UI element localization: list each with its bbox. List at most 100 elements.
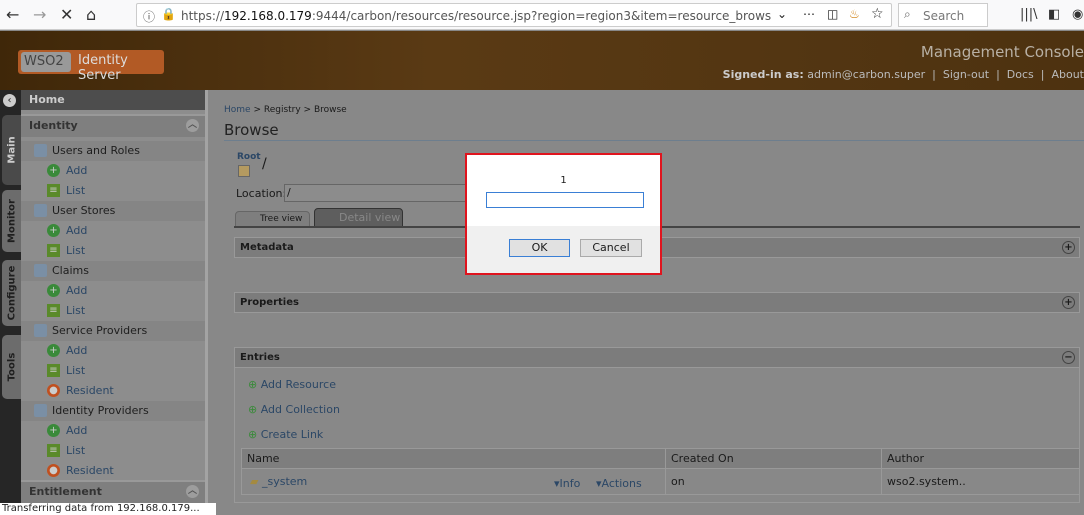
about-link[interactable]: About (1051, 68, 1084, 81)
root-link[interactable]: Root (237, 152, 261, 162)
chevron-down-icon[interactable]: ⌄ (777, 7, 787, 21)
sidebar-item-resident[interactable]: ● Resident (21, 381, 205, 401)
list-icon: ≡ (47, 244, 60, 257)
expand-icon[interactable]: + (1062, 296, 1075, 309)
wso2-logo[interactable]: WSO2 Identity Server (18, 50, 164, 83)
chevron-up-icon[interactable]: ︿ (186, 485, 199, 498)
java-icon[interactable]: ♨ (849, 7, 860, 21)
dialog-message: 1 (560, 175, 567, 186)
group-icon (34, 404, 47, 417)
group-label: Identity Providers (52, 404, 149, 417)
tab-monitor[interactable]: Monitor (2, 190, 21, 252)
sidebar-item-add[interactable]: + Add (21, 221, 205, 241)
url-path: :9444/carbon/resources/resource.jsp?regi… (311, 9, 771, 23)
actions-dropdown[interactable]: ▾Actions (596, 477, 642, 490)
group-label: Service Providers (52, 324, 148, 337)
sidebar-item-add[interactable]: + Add (21, 341, 205, 361)
tab-detail-view[interactable]: Detail view (314, 208, 403, 227)
sidebar-group[interactable]: User Stores (21, 201, 205, 221)
account-icon[interactable]: ◉ (1072, 7, 1083, 22)
signout-link[interactable]: Sign-out (943, 68, 989, 81)
back-icon[interactable]: ← (6, 5, 19, 24)
resident-icon: ● (47, 464, 60, 477)
properties-panel[interactable]: Properties + (234, 292, 1080, 313)
product-name: Identity Server (78, 53, 128, 83)
sidebar-group[interactable]: Users and Roles (21, 141, 205, 161)
sidebar-item-list[interactable]: ≡ List (21, 441, 205, 461)
item-label: Add (66, 224, 88, 237)
collapse-icon[interactable]: ‹ (3, 94, 16, 107)
tab-tools[interactable]: Tools (2, 335, 21, 399)
tab-configure[interactable]: Configure (2, 260, 21, 326)
tab-tree-view[interactable]: Tree view (235, 211, 310, 227)
sidebar-item-list[interactable]: ≡ List (21, 301, 205, 321)
breadcrumb-registry[interactable]: Registry (264, 105, 301, 115)
list-icon: ≡ (47, 184, 60, 197)
sidebar-item-add[interactable]: + Add (21, 161, 205, 181)
stop-icon[interactable]: ✕ (60, 5, 73, 24)
docs-link[interactable]: Docs (1007, 68, 1034, 81)
location-label: Location: (236, 187, 287, 200)
sidebar-item-add[interactable]: + Add (21, 421, 205, 441)
item-label: List (66, 364, 86, 377)
sidebar-icon[interactable]: ◧ (1048, 7, 1060, 22)
breadcrumb-home[interactable]: Home (224, 105, 251, 115)
list-icon: ≡ (47, 304, 60, 317)
entry-author: wso2.system.. (881, 468, 1080, 495)
bookmark-star-icon[interactable]: ☆ (871, 6, 884, 22)
item-label: List (66, 184, 86, 197)
sidebar-item-list[interactable]: ≡ List (21, 361, 205, 381)
group-label: Claims (52, 264, 89, 277)
add-icon: + (47, 164, 60, 177)
list-icon: ≡ (47, 364, 60, 377)
chevron-up-icon[interactable]: ︿ (186, 119, 199, 132)
add-collection-link[interactable]: ⊕ Add Collection (248, 403, 340, 416)
collapse-icon[interactable]: − (1062, 351, 1075, 364)
expand-icon[interactable]: + (1062, 241, 1075, 254)
root-folder-icon[interactable] (238, 165, 250, 177)
sidebar-group[interactable]: Claims (21, 261, 205, 281)
table-row: ▰ _system ▾Info ▾Actions on wso2.system.… (241, 468, 1080, 495)
sidebar-item-list[interactable]: ≡ List (21, 241, 205, 261)
more-icon[interactable]: ⋯ (803, 7, 815, 21)
home-icon[interactable]: ⌂ (86, 5, 96, 24)
cancel-button[interactable]: Cancel (580, 239, 642, 257)
group-icon (34, 264, 47, 277)
sidebar-section-entitlement[interactable]: Entitlement ︿ (21, 480, 205, 503)
item-label: List (66, 304, 86, 317)
logo-wso2: WSO2 (21, 52, 71, 72)
location-input[interactable]: / (284, 184, 474, 202)
vertical-tabs: ‹ Main Monitor Configure Tools (0, 90, 21, 515)
info-dropdown[interactable]: ▾Info (554, 477, 580, 490)
lock-warning-icon: 🔒 (161, 7, 176, 21)
col-created: Created On (665, 448, 882, 469)
dialog-input[interactable] (486, 192, 644, 208)
user-bar: Signed-in as: admin@carbon.super | Sign-… (722, 68, 1084, 81)
library-icon[interactable]: |||\ (1020, 7, 1038, 22)
ok-button[interactable]: OK (509, 239, 570, 257)
sidebar-item-list[interactable]: ≡ List (21, 181, 205, 201)
forward-icon[interactable]: → (33, 5, 46, 24)
sidebar-section-identity[interactable]: Identity ︿ (21, 114, 205, 137)
sidebar-item-resident[interactable]: ● Resident (21, 461, 205, 481)
item-label: Add (66, 344, 88, 357)
sidebar-home[interactable]: Home (21, 90, 205, 110)
sidebar-group[interactable]: Service Providers (21, 321, 205, 341)
add-resource-link[interactable]: ⊕ Add Resource (248, 378, 336, 391)
section-label: Entitlement (29, 485, 102, 498)
url-bar[interactable]: ⓘ 🔒 https://192.168.0.179:9444/carbon/re… (136, 3, 892, 27)
entries-panel[interactable]: Entries − (234, 347, 1080, 368)
sidebar-item-add[interactable]: + Add (21, 281, 205, 301)
create-link-link[interactable]: ⊕ Create Link (248, 428, 323, 441)
item-label: List (66, 444, 86, 457)
section-label: Identity (29, 119, 78, 132)
browser-toolbar: ← → ✕ ⌂ ⓘ 🔒 https://192.168.0.179:9444/c… (0, 0, 1084, 30)
sidebar-group[interactable]: Identity Providers (21, 401, 205, 421)
group-icon (34, 144, 47, 157)
search-input[interactable]: ⌕ Search (898, 3, 988, 27)
pocket-icon[interactable]: ◫ (827, 7, 838, 21)
tab-main[interactable]: Main (2, 115, 21, 185)
item-label: Add (66, 284, 88, 297)
entry-name-link[interactable]: _system (262, 475, 307, 488)
info-icon[interactable]: ⓘ (143, 8, 155, 25)
